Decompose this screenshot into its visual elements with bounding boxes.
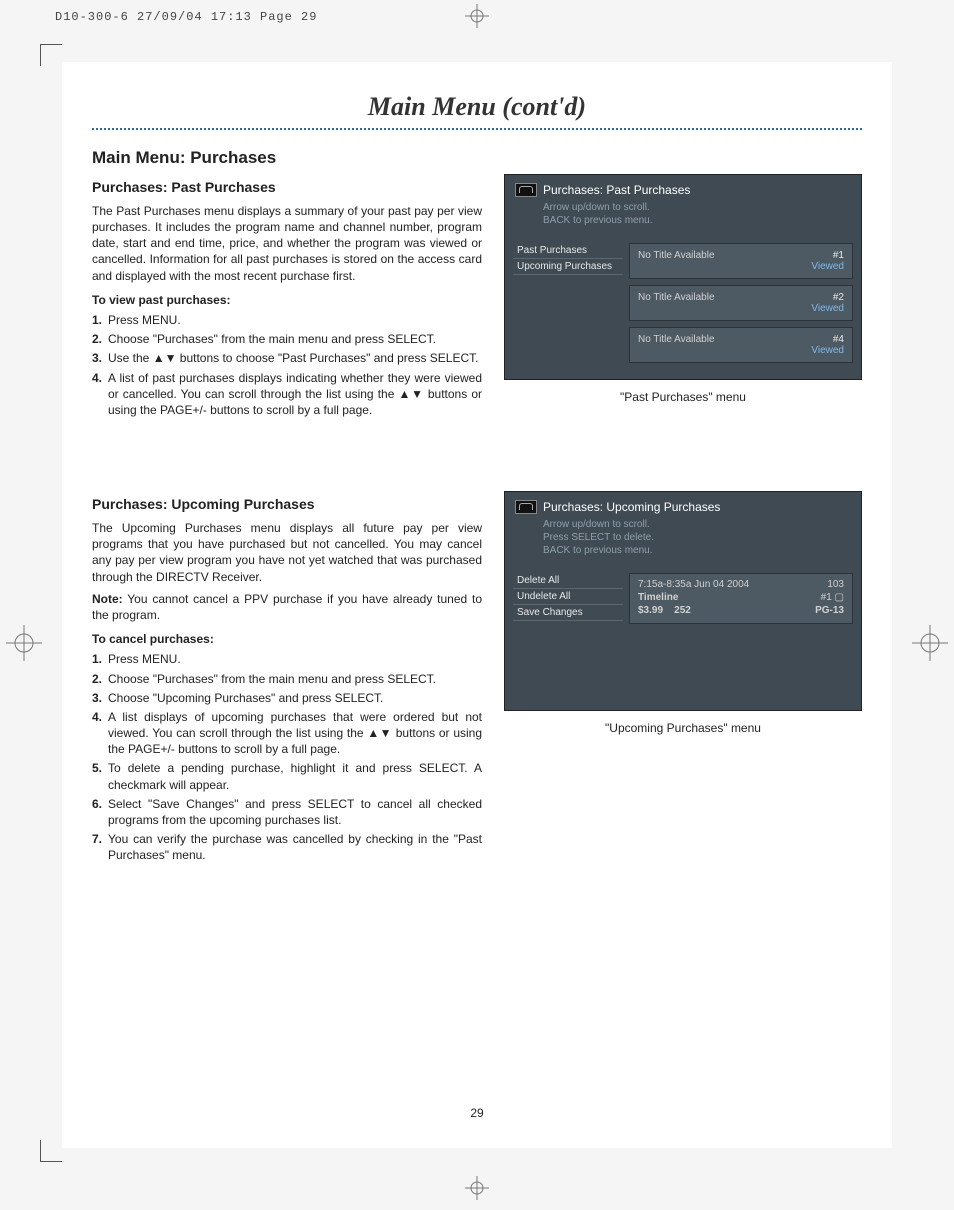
note-line: Note: You cannot cancel a PPV purchase i… <box>92 591 482 623</box>
dotted-rule <box>92 128 862 130</box>
section2-text: Purchases: Upcoming Purchases The Upcomi… <box>92 491 482 866</box>
caption-upcoming: "Upcoming Purchases" menu <box>504 721 862 735</box>
step: A list of past purchases displays indica… <box>108 370 482 419</box>
registration-mark-left <box>6 625 42 661</box>
caption-past: "Past Purchases" menu <box>504 390 862 404</box>
ss-row: No Title Available #4Viewed <box>629 327 853 363</box>
ss-upcoming-row: 7:15a-8:35a Jun 04 2004103 Timeline#1 ▢ … <box>629 573 853 624</box>
label-to-view: To view past purchases: <box>92 292 482 308</box>
page-number: 29 <box>62 1106 892 1120</box>
step: Press MENU. <box>108 312 482 328</box>
ss-row-num: #1 <box>833 250 844 261</box>
step: Choose "Purchases" from the main menu an… <box>108 331 482 347</box>
ss-sidebar: Past Purchases Upcoming Purchases <box>513 243 623 369</box>
step: Choose "Upcoming Purchases" and press SE… <box>108 690 482 706</box>
page-title: Main Menu (cont'd) <box>92 92 862 122</box>
steps-cancel: 1.Press MENU. 2.Choose "Purchases" from … <box>92 651 482 863</box>
step: A list displays of upcoming purchases th… <box>108 709 482 758</box>
ss-hint: BACK to previous menu. <box>543 214 851 227</box>
ss-side-item: Past Purchases <box>513 243 623 259</box>
step: Choose "Purchases" from the main menu an… <box>108 671 482 687</box>
screenshot-past-purchases: Purchases: Past Purchases Arrow up/down … <box>504 174 862 380</box>
step: To delete a pending purchase, highlight … <box>108 760 482 792</box>
ss-sidebar: Delete All Undelete All Save Changes <box>513 573 623 624</box>
ss-side-item: Undelete All <box>513 589 623 605</box>
steps-view-past: 1.Press MENU. 2.Choose "Purchases" from … <box>92 312 482 418</box>
ss-rating: PG-13 <box>815 605 844 616</box>
ss-hint: Arrow up/down to scroll. <box>543 201 851 214</box>
section1-text: Purchases: Past Purchases The Past Purch… <box>92 174 482 421</box>
registration-mark-bottom <box>465 1176 489 1200</box>
heading-past-purchases: Purchases: Past Purchases <box>92 178 482 197</box>
ss-row: No Title Available #1Viewed <box>629 243 853 279</box>
directv-logo-icon <box>515 183 537 197</box>
ss-row-title: No Title Available <box>638 250 715 272</box>
ss-row-status: Viewed <box>811 345 844 356</box>
print-slug: D10-300-6 27/09/04 17:13 Page 29 <box>55 10 317 24</box>
crop-mark-tl <box>40 44 62 66</box>
ss-title: Purchases: Upcoming Purchases <box>543 500 720 514</box>
ss-hint: BACK to previous menu. <box>543 544 851 557</box>
step: Select "Save Changes" and press SELECT t… <box>108 796 482 828</box>
registration-mark-right <box>912 625 948 661</box>
directv-logo-icon <box>515 500 537 514</box>
para-past-purchases: The Past Purchases menu displays a summa… <box>92 203 482 284</box>
ss-hint: Press SELECT to delete. <box>543 531 851 544</box>
ss-row: No Title Available #2Viewed <box>629 285 853 321</box>
ss-prog-title: Timeline <box>638 592 678 603</box>
ss-title: Purchases: Past Purchases <box>543 183 690 197</box>
heading-upcoming-purchases: Purchases: Upcoming Purchases <box>92 495 482 514</box>
ss-row-title: No Title Available <box>638 334 715 356</box>
ss-row-title: No Title Available <box>638 292 715 314</box>
ss-num: #1 ▢ <box>821 592 844 603</box>
ss-hint: Arrow up/down to scroll. <box>543 518 851 531</box>
heading-purchases: Main Menu: Purchases <box>92 148 862 168</box>
ss-time: 7:15a-8:35a Jun 04 2004 <box>638 579 749 590</box>
label-to-cancel: To cancel purchases: <box>92 631 482 647</box>
ss-price: $3.99 <box>638 605 663 616</box>
ss-row-num: #2 <box>833 292 844 303</box>
step: Use the ▲▼ buttons to choose "Past Purch… <box>108 350 482 366</box>
ss-row-status: Viewed <box>811 303 844 314</box>
ss-side-item: Upcoming Purchases <box>513 259 623 275</box>
registration-mark-top <box>465 4 489 28</box>
ss-side-item: Save Changes <box>513 605 623 621</box>
para-upcoming: The Upcoming Purchases menu displays all… <box>92 520 482 585</box>
ss-row-status: Viewed <box>811 261 844 272</box>
ss-ch: 103 <box>827 579 844 590</box>
screenshot-upcoming-purchases: Purchases: Upcoming Purchases Arrow up/d… <box>504 491 862 711</box>
ss-row-num: #4 <box>833 334 844 345</box>
step: You can verify the purchase was cancelle… <box>108 831 482 863</box>
ss-chnum: 252 <box>674 605 691 616</box>
page-body: Main Menu (cont'd) Main Menu: Purchases … <box>62 62 892 1148</box>
step: Press MENU. <box>108 651 482 667</box>
crop-mark-bl <box>40 1140 62 1162</box>
ss-side-item: Delete All <box>513 573 623 589</box>
